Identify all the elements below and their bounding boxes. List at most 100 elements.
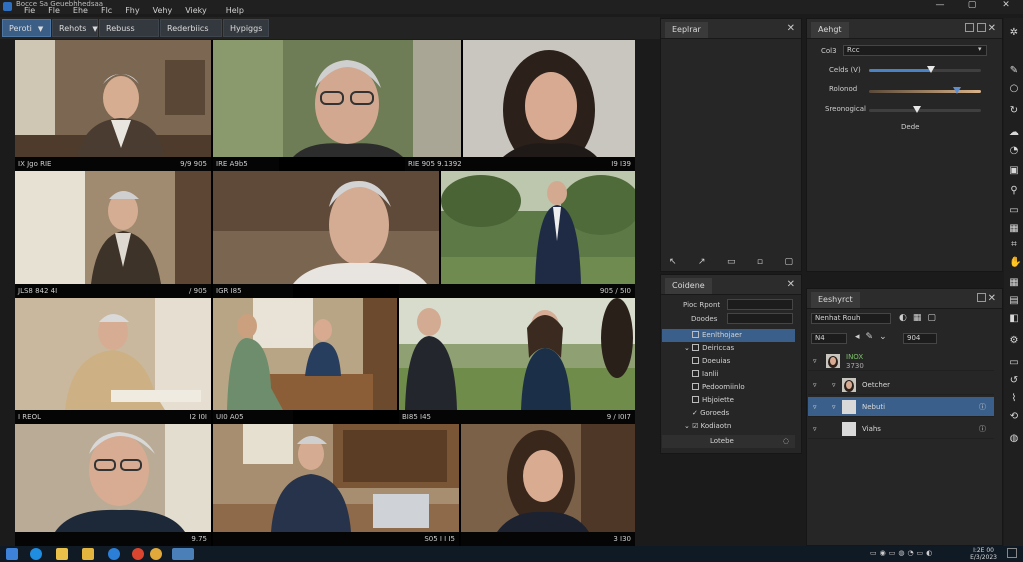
photo-cell[interactable] bbox=[15, 171, 211, 298]
tree-item[interactable]: Hbjoiette bbox=[662, 394, 795, 407]
tab-adjust[interactable]: Aehgt bbox=[811, 22, 849, 38]
arrow-up-left-icon[interactable]: ↖ bbox=[669, 257, 677, 269]
pen-icon[interactable]: ✎ bbox=[1009, 66, 1019, 76]
system-tray[interactable]: ▭◉▭◍◔▭◐ bbox=[870, 549, 935, 557]
fill-field[interactable]: 904 bbox=[903, 333, 937, 344]
layer-row[interactable]: ▿ ▿ Nebuti ⓘ bbox=[808, 397, 994, 417]
browser-icon[interactable] bbox=[108, 548, 120, 560]
checkbox-icon[interactable] bbox=[692, 370, 699, 377]
tree-item[interactable]: ⌄ ☑ Kodiaotn bbox=[662, 420, 795, 433]
photo-cell[interactable] bbox=[463, 40, 635, 171]
eye-icon[interactable]: ▿ bbox=[813, 397, 817, 417]
checkmark-icon[interactable]: ☑ bbox=[692, 422, 701, 430]
brush-icon[interactable]: ✎ bbox=[866, 332, 874, 342]
grid-icon[interactable]: ▤ bbox=[1009, 296, 1019, 306]
grid-icon[interactable]: ▦ bbox=[1009, 278, 1019, 288]
maximize-button[interactable]: ▢ bbox=[958, 0, 986, 12]
tab-content[interactable]: Coidene bbox=[665, 278, 712, 294]
lasso-icon[interactable]: ↺ bbox=[1009, 376, 1019, 386]
folder-icon[interactable] bbox=[56, 548, 68, 560]
photo-cell[interactable] bbox=[441, 171, 635, 298]
folder-icon[interactable] bbox=[82, 548, 94, 560]
opacity-field[interactable]: N4 bbox=[811, 333, 847, 344]
refresh-icon[interactable]: ↻ bbox=[1009, 106, 1019, 116]
menu-item[interactable]: Fie bbox=[24, 5, 35, 17]
close-icon[interactable]: ✕ bbox=[787, 278, 795, 292]
pointer-icon[interactable]: ◂ bbox=[855, 332, 860, 342]
text-field[interactable] bbox=[727, 313, 793, 324]
layer-row[interactable]: ▿ INOX 3730 bbox=[808, 351, 994, 371]
tree-item[interactable]: Eenlthojaer bbox=[662, 329, 795, 342]
tab-rehots[interactable]: Rehots ▼ bbox=[52, 19, 98, 37]
frame-icon[interactable]: ▭ bbox=[1009, 358, 1019, 368]
menu-item[interactable]: Ehe bbox=[73, 5, 88, 17]
tab-hypiggs[interactable]: Hypiggs bbox=[223, 19, 269, 37]
tab-rebuss[interactable]: Rebuss bbox=[99, 19, 159, 37]
tab-layers[interactable]: Eeshyrct bbox=[811, 292, 860, 308]
zoom-icon[interactable]: ⚙ bbox=[1009, 336, 1019, 346]
stamp-icon[interactable]: ▭ bbox=[1009, 206, 1019, 216]
clock[interactable]: I:2E 00 E/3/2023 bbox=[970, 547, 997, 561]
eye-icon[interactable]: ▿ bbox=[813, 375, 817, 395]
refresh-icon[interactable]: ◌ bbox=[783, 435, 789, 448]
layer-row[interactable]: ▿ ▿ Oetcher bbox=[808, 375, 994, 395]
app-taskbar-icon[interactable] bbox=[172, 548, 194, 560]
notification-icon[interactable] bbox=[1007, 548, 1017, 558]
eye-icon[interactable]: ▿ bbox=[813, 419, 817, 439]
start-icon[interactable] bbox=[6, 548, 18, 560]
menu-item[interactable]: Flc bbox=[101, 5, 112, 17]
photo-cell[interactable] bbox=[399, 298, 635, 424]
photo-cell[interactable] bbox=[15, 40, 211, 171]
slider-thumb[interactable] bbox=[913, 106, 921, 113]
chevron-down-icon[interactable]: ⌄ bbox=[879, 332, 887, 342]
checkbox-icon[interactable] bbox=[692, 331, 699, 338]
photo-cell[interactable] bbox=[15, 298, 211, 424]
frame-icon[interactable]: ▭ bbox=[727, 257, 736, 269]
photo-cell[interactable] bbox=[15, 424, 211, 546]
grid-icon[interactable]: ▦ bbox=[1009, 224, 1019, 234]
slider-track[interactable] bbox=[869, 106, 981, 113]
info-icon[interactable]: ⓘ bbox=[979, 419, 986, 439]
settings-icon[interactable]: ✲ bbox=[1009, 28, 1019, 38]
close-icon[interactable]: ✕ bbox=[787, 22, 795, 36]
menu-item[interactable]: Fle bbox=[48, 5, 60, 17]
circle-icon[interactable]: ○ bbox=[1009, 84, 1019, 94]
close-icon[interactable]: ✕ bbox=[988, 22, 996, 36]
photo-cell[interactable] bbox=[213, 171, 439, 298]
checkbox-icon[interactable] bbox=[692, 357, 699, 364]
slider-thumb[interactable] bbox=[953, 87, 961, 94]
crop-icon[interactable]: ⌗ bbox=[1009, 240, 1019, 250]
slider-thumb[interactable] bbox=[927, 66, 935, 73]
arrow-up-right-icon[interactable]: ↗ bbox=[698, 257, 706, 269]
checkbox-icon[interactable] bbox=[692, 383, 699, 390]
chrome-icon[interactable] bbox=[150, 548, 162, 560]
layer-row[interactable]: ▿ Viahs ⓘ bbox=[808, 419, 994, 439]
square-icon[interactable]: ▢ bbox=[927, 313, 936, 323]
checkbox-icon[interactable] bbox=[692, 396, 699, 403]
brush-icon[interactable]: ⚲ bbox=[1009, 186, 1019, 196]
close-button[interactable]: ✕ bbox=[992, 0, 1020, 12]
chevron-down-icon[interactable]: ⌄ bbox=[684, 422, 692, 430]
layers-icon[interactable]: ▣ bbox=[1009, 166, 1019, 176]
chevron-down-icon[interactable]: ▿ bbox=[832, 375, 836, 395]
cloud-icon[interactable]: ☁ bbox=[1009, 128, 1019, 138]
text-field[interactable] bbox=[727, 299, 793, 310]
grid-icon[interactable]: ▦ bbox=[913, 313, 922, 323]
photo-cell[interactable] bbox=[213, 40, 461, 171]
photo-cell[interactable] bbox=[461, 424, 635, 546]
tree-item[interactable]: Doeuias bbox=[662, 355, 795, 368]
blend-mode-select[interactable]: Nenhat Rouh bbox=[811, 313, 891, 324]
photo-cell[interactable] bbox=[213, 298, 397, 424]
panel-icon[interactable] bbox=[965, 23, 974, 32]
globe-icon[interactable]: ◍ bbox=[1009, 434, 1019, 444]
checkbox-icon[interactable] bbox=[692, 344, 700, 351]
drop-icon[interactable]: ◔ bbox=[1009, 146, 1019, 156]
menu-item[interactable]: Help bbox=[226, 5, 244, 17]
slider-track[interactable] bbox=[869, 66, 981, 73]
slider-track[interactable] bbox=[869, 87, 981, 94]
lock-icon[interactable]: ◐ bbox=[899, 313, 907, 323]
close-icon[interactable]: ✕ bbox=[988, 292, 996, 306]
info-icon[interactable]: ⓘ bbox=[979, 397, 986, 417]
photo-cell[interactable] bbox=[213, 424, 459, 546]
eye-icon[interactable]: ▿ bbox=[813, 351, 817, 371]
